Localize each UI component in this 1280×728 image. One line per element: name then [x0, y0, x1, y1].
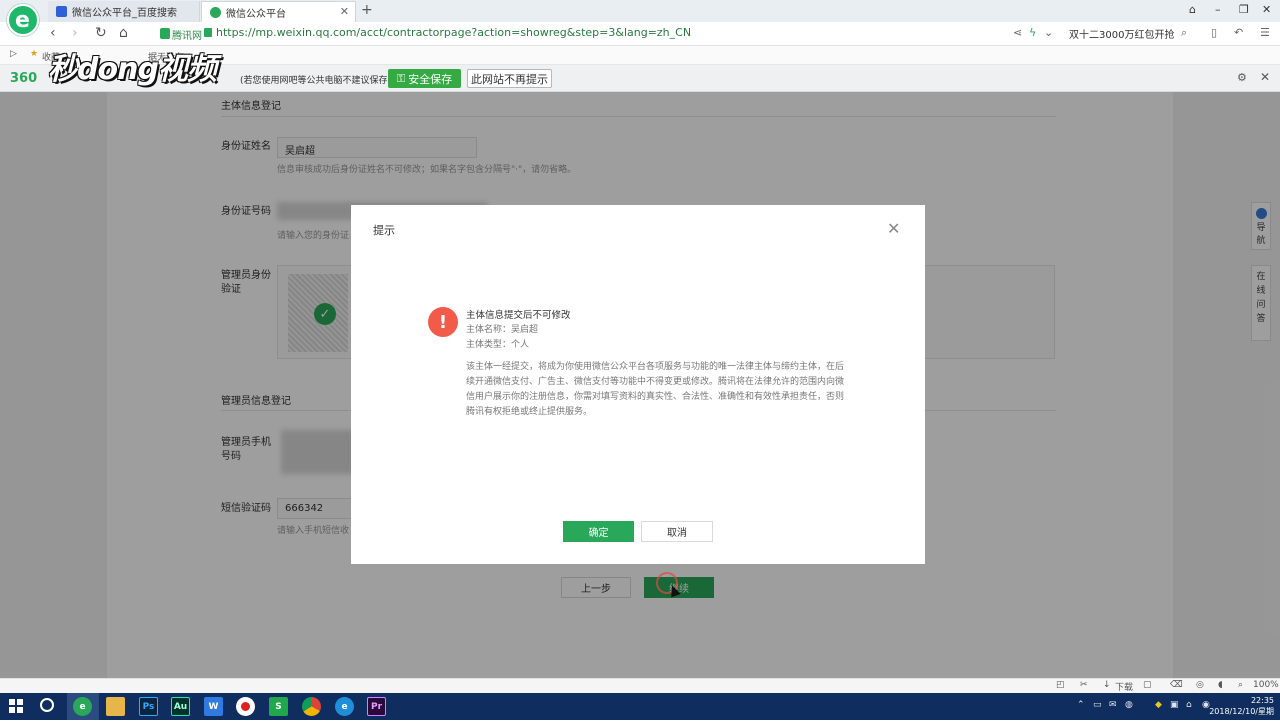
infobar-text: (若您使用网吧等公共电脑不建议保存)	[240, 76, 392, 86]
zoom-icon[interactable]: ⌕	[1238, 680, 1243, 690]
browser-logo-icon[interactable]: e	[7, 4, 39, 36]
tray-folder-icon[interactable]: ▭	[1093, 700, 1102, 710]
refresh-icon[interactable]: ↻	[95, 25, 107, 41]
key-icon: ⚿	[396, 71, 406, 85]
wps-sheets-icon[interactable]: S	[269, 697, 288, 716]
cortana-search-icon[interactable]	[40, 698, 54, 712]
close-icon[interactable]: ✕	[887, 219, 900, 238]
shield-icon	[160, 28, 170, 39]
entity-type-text: 主体类型：个人	[466, 340, 530, 350]
system-clock[interactable]: 22:35 2018/12/10/星期一	[1206, 695, 1274, 728]
home-icon[interactable]: ⌂	[119, 25, 128, 41]
lock-icon	[204, 28, 212, 37]
video-watermark: 秒dong视频	[48, 52, 217, 87]
tray-mail-icon[interactable]: ✉	[1109, 700, 1117, 710]
baidu-paw-icon	[56, 6, 67, 17]
alert-title: 主体信息提交后不可修改	[466, 310, 571, 321]
close-icon[interactable]: ✕	[1260, 70, 1270, 84]
360-browser-icon[interactable]: e	[73, 697, 92, 716]
entity-name-text: 主体名称：吴启超	[466, 325, 539, 335]
windows-start-icon[interactable]	[9, 699, 23, 713]
confirm-dialog: 提示 ✕ ! 主体信息提交后不可修改 主体名称：吴启超 主体类型：个人 该主体一…	[351, 205, 925, 564]
reading-icon[interactable]: ▯	[1211, 26, 1217, 39]
tray-shield-icon[interactable]: ◆	[1155, 700, 1162, 710]
clean-icon[interactable]: ⌫	[1170, 680, 1183, 690]
tab-label: 微信公众平台_百度搜索	[72, 8, 177, 19]
download-icon[interactable]: ↓	[1103, 680, 1111, 690]
windows-taskbar: e Ps Au W S e Pr ⌃ ▭ ✉ ◍ ◆ ▣ ⌂ ◉ 22:35 2…	[0, 693, 1280, 727]
audition-icon[interactable]: Au	[171, 697, 190, 716]
gear-icon[interactable]: ⚙	[1237, 71, 1247, 84]
undo-icon[interactable]: ↶	[1234, 26, 1243, 39]
browser-status-bar: ◰ ✂ ↓ 下载 ▢ ⌫ ◎ ◖ ⌕ 100%	[0, 678, 1280, 693]
alert-body-text: 该主体一经提交，将成为你使用微信公众平台各项服务与功能的唯一法律主体与缔约主体，…	[466, 362, 845, 417]
tray-display-icon[interactable]: ▣	[1170, 700, 1179, 710]
tray-network-icon[interactable]: ⌂	[1186, 700, 1192, 710]
search-icon[interactable]: ⌕	[1181, 26, 1187, 40]
volume-icon[interactable]: ◖	[1218, 680, 1223, 690]
premiere-icon[interactable]: Pr	[367, 697, 386, 716]
expand-icon[interactable]: ▷	[10, 49, 17, 59]
tab-wechat-platform[interactable]: 微信公众平台 ✕	[201, 1, 356, 22]
skin-icon[interactable]: ⌂	[1189, 3, 1196, 16]
warning-icon: !	[428, 307, 458, 337]
share-icon[interactable]: ⋖	[1013, 26, 1022, 39]
address-bar: ‹ › ↻ ⌂ 腾讯网 https://mp.weixin.qq.com/acc…	[0, 22, 1280, 46]
no-prompt-button[interactable]: 此网站不再提示	[467, 69, 552, 88]
window-icon[interactable]: ▢	[1143, 680, 1152, 690]
safe-save-button[interactable]: ⚿ 安全保存	[388, 69, 461, 88]
chevron-down-icon[interactable]: ⌄	[1044, 26, 1053, 39]
clock-time: 22:35	[1250, 696, 1274, 705]
screen-recorder-icon[interactable]	[236, 697, 255, 716]
close-tab-icon[interactable]: ✕	[340, 5, 349, 18]
clock-date: 2018/12/10/星期一	[1209, 707, 1274, 727]
tools-icon[interactable]: ✂	[1080, 680, 1088, 690]
promo-link[interactable]: 双十二3000万红包开抢	[1069, 26, 1174, 41]
star-icon: ★	[30, 49, 39, 59]
dialog-header: 提示 ✕	[351, 205, 925, 253]
url-source-label: 腾讯网	[172, 31, 202, 42]
brand-360-logo: 360	[10, 71, 38, 86]
browser-tab-bar: 微信公众平台_百度搜索 微信公众平台 ✕ + ⌂ – ❐ ✕	[0, 0, 1280, 22]
maximize-icon[interactable]: ❐	[1239, 3, 1249, 16]
close-window-icon[interactable]: ✕	[1262, 3, 1271, 16]
speed-icon[interactable]: ◎	[1196, 680, 1204, 690]
minimize-icon[interactable]: –	[1215, 3, 1221, 16]
tab-baidu-search[interactable]: 微信公众平台_百度搜索	[48, 1, 200, 22]
dialog-title: 提示	[373, 224, 395, 237]
wechat-icon	[210, 6, 221, 18]
chrome-icon[interactable]	[302, 697, 321, 716]
zoom-level[interactable]: 100%	[1253, 680, 1279, 690]
edge-icon[interactable]: e	[335, 697, 354, 716]
download-label[interactable]: 下载	[1115, 680, 1133, 693]
forward-icon[interactable]: ›	[72, 25, 78, 41]
new-tab-button[interactable]: +	[361, 2, 373, 18]
menu-icon[interactable]: ☰	[1260, 26, 1270, 39]
tray-chevron-up-icon[interactable]: ⌃	[1077, 700, 1085, 710]
wps-writer-icon[interactable]: W	[204, 697, 223, 716]
confirm-button[interactable]: 确定	[563, 521, 634, 542]
cancel-button[interactable]: 取消	[641, 521, 713, 542]
photoshop-icon[interactable]: Ps	[139, 697, 158, 716]
tray-wechat-icon[interactable]: ◍	[1125, 700, 1133, 710]
safe-save-label: 安全保存	[408, 72, 453, 86]
file-explorer-icon[interactable]	[106, 697, 125, 716]
url-input[interactable]: https://mp.weixin.qq.com/acct/contractor…	[216, 26, 691, 39]
lightning-icon[interactable]: ϟ	[1029, 26, 1036, 39]
back-icon[interactable]: ‹	[50, 25, 56, 41]
status-icon[interactable]: ◰	[1056, 680, 1065, 690]
tab-label: 微信公众平台	[226, 8, 286, 20]
